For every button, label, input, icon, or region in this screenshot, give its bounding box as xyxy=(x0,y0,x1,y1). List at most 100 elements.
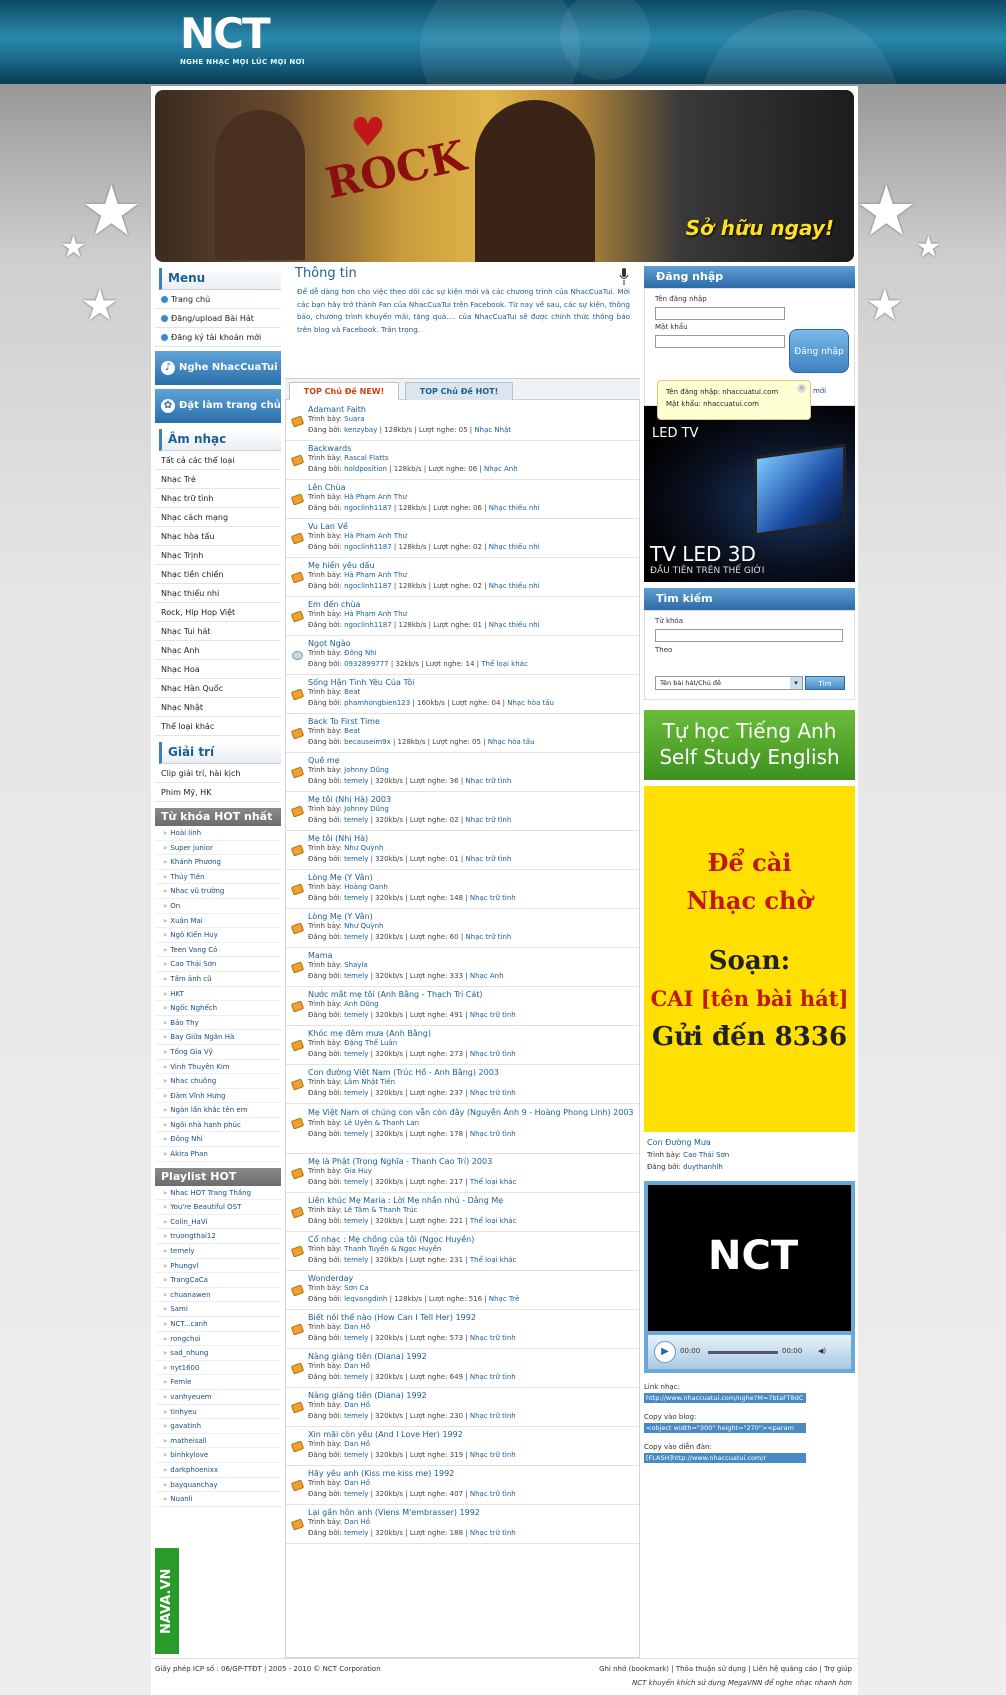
video-area[interactable]: NCT xyxy=(648,1185,851,1331)
song-genre[interactable]: Nhạc Nhật xyxy=(474,426,511,434)
song-artist[interactable]: Thanh Tuyền & Ngọc Huyền xyxy=(344,1245,441,1253)
search-input[interactable] xyxy=(655,629,843,642)
forum-field[interactable]: [FLASH]http://www.nhaccuatui.com/r xyxy=(644,1453,806,1463)
song-genre[interactable]: Nhạc trữ tình xyxy=(470,1050,516,1058)
playlist-item[interactable]: matheisall xyxy=(155,1434,281,1449)
playlist-item[interactable]: nyt1600 xyxy=(155,1361,281,1376)
song-genre[interactable]: Nhạc trữ tình xyxy=(470,1373,516,1381)
song-artist[interactable]: Lê Uyên & Thanh Lan xyxy=(344,1119,419,1127)
music-genre-item[interactable]: Nhạc Hàn Quốc xyxy=(155,679,281,698)
music-genre-item[interactable]: Nhạc trữ tình xyxy=(155,489,281,508)
login-button[interactable]: Đăng nhập xyxy=(789,329,849,373)
song-genre[interactable]: Nhạc hòa tấu xyxy=(488,738,535,746)
song-artist[interactable]: Sơn Ca xyxy=(344,1284,369,1292)
username-input[interactable] xyxy=(655,307,785,320)
menu-item[interactable]: Trang chủ xyxy=(155,290,281,309)
song-poster[interactable]: phamhongbien123 xyxy=(344,699,410,707)
song-poster[interactable]: temely xyxy=(344,1451,368,1459)
song-poster[interactable]: temely xyxy=(344,1050,368,1058)
hot-keyword-item[interactable]: Akira Phan xyxy=(155,1147,281,1162)
hot-keyword-item[interactable]: Bay Giữa Ngân Hà xyxy=(155,1030,281,1045)
song-artist[interactable]: Dan Hồ xyxy=(344,1479,370,1487)
hot-keyword-item[interactable]: Super junior xyxy=(155,841,281,856)
song-genre[interactable]: Nhạc Anh xyxy=(470,972,504,980)
song-genre[interactable]: Nhạc thiếu nhi xyxy=(489,504,540,512)
hot-keyword-item[interactable]: Xuân Mai xyxy=(155,914,281,929)
song-genre[interactable]: Nhạc trữ tình xyxy=(470,1089,516,1097)
hot-keyword-item[interactable]: Cao Thái Sơn xyxy=(155,957,281,972)
music-genre-item[interactable]: Tất cả các thể loại xyxy=(155,451,281,470)
playlist-item[interactable]: gavatinh xyxy=(155,1419,281,1434)
song-genre[interactable]: Nhạc thiếu nhi xyxy=(489,582,540,590)
music-genre-item[interactable]: Nhạc Hoa xyxy=(155,660,281,679)
song-artist[interactable]: Beat xyxy=(344,688,360,696)
music-genre-item[interactable]: Nhạc Trẻ xyxy=(155,470,281,489)
rock-banner[interactable]: ♥ ROCK Sở hữu ngay! xyxy=(155,90,854,262)
song-title[interactable]: Wonderday xyxy=(308,1271,639,1283)
song-poster[interactable]: ngoclinh1187 xyxy=(344,504,392,512)
song-title[interactable]: Xin mãi còn yêu (And I Love Her) 1992 xyxy=(308,1427,639,1439)
song-poster[interactable]: temely xyxy=(344,855,368,863)
song-artist[interactable]: Dan Hồ xyxy=(344,1518,370,1526)
playlist-item[interactable]: You're Beautiful OST xyxy=(155,1200,281,1215)
song-artist[interactable]: Đặng Thế Luân xyxy=(344,1039,397,1047)
artist-link[interactable]: Cao Thái Sơn xyxy=(683,1151,729,1159)
song-poster[interactable]: temely xyxy=(344,1412,368,1420)
song-title[interactable]: Back To First Time xyxy=(308,714,639,726)
song-genre[interactable]: Thể loại khác xyxy=(481,660,528,668)
song-title[interactable]: Lòng Mẹ (Y Vân) xyxy=(308,870,639,882)
hot-keyword-item[interactable]: Vinh Thuyên Kim xyxy=(155,1060,281,1075)
song-genre[interactable]: Nhạc trữ tình xyxy=(470,1011,516,1019)
music-genre-item[interactable]: Nhạc thiếu nhi xyxy=(155,584,281,603)
song-poster[interactable]: temely xyxy=(344,1529,368,1537)
playlist-item[interactable]: sad_nhung xyxy=(155,1346,281,1361)
english-ad[interactable]: Tự học Tiếng Anh Self Study English xyxy=(644,710,855,780)
song-poster[interactable]: temely xyxy=(344,1256,368,1264)
music-genre-item[interactable]: Rock, Hip Hop Việt xyxy=(155,603,281,622)
music-genre-item[interactable]: Thể loại khác xyxy=(155,717,281,736)
song-poster[interactable]: ngoclinh1187 xyxy=(344,621,392,629)
song-title[interactable]: Lòng Mẹ (Y Vân) xyxy=(308,909,639,921)
close-icon[interactable]: × xyxy=(797,384,806,393)
song-title[interactable]: Biết nói thế nào (How Can I Tell Her) 19… xyxy=(308,1310,639,1322)
hot-keyword-item[interactable]: Tấm ảnh cũ xyxy=(155,972,281,987)
song-genre[interactable]: Nhạc trữ tình xyxy=(470,1451,516,1459)
song-title[interactable]: Con đường Việt Nam (Trúc Hồ - Anh Bằng) … xyxy=(308,1065,639,1077)
music-genre-item[interactable]: Nhạc Tui hát xyxy=(155,622,281,641)
hot-keyword-item[interactable]: HKT xyxy=(155,987,281,1002)
song-title[interactable]: Quê mẹ xyxy=(308,753,639,765)
footer-links[interactable]: Ghi nhớ (bookmark) | Thỏa thuận sử dụng … xyxy=(599,1665,852,1673)
song-artist[interactable]: Lâm Nhật Tiến xyxy=(344,1078,395,1086)
playlist-item[interactable]: rongchoi xyxy=(155,1332,281,1347)
hot-keyword-item[interactable]: Thủy Tiên xyxy=(155,870,281,885)
song-genre[interactable]: Nhạc trữ tình xyxy=(470,1529,516,1537)
poster-link[interactable]: duythanhlh xyxy=(683,1163,723,1171)
song-artist[interactable]: Rascal Flatts xyxy=(344,454,388,462)
tab-top-new[interactable]: TOP Chủ Đề NEW! xyxy=(289,382,399,400)
song-poster[interactable]: temely xyxy=(344,894,368,902)
song-genre[interactable]: Nhạc thiếu nhi xyxy=(489,621,540,629)
song-genre[interactable]: Nhạc trữ tình xyxy=(465,933,511,941)
song-title[interactable]: Nàng giáng tiên (Diana) 1992 xyxy=(308,1388,639,1400)
hot-keyword-item[interactable]: Bảo Thy xyxy=(155,1016,281,1031)
song-artist[interactable]: Beat xyxy=(344,727,360,735)
song-artist[interactable]: Dan Hồ xyxy=(344,1323,370,1331)
playlist-item[interactable]: Phungvl xyxy=(155,1259,281,1274)
song-title[interactable]: Em đến chùa xyxy=(308,597,639,609)
song-artist[interactable]: Hoàng Oanh xyxy=(344,883,388,891)
song-genre[interactable]: Nhạc trữ tình xyxy=(465,855,511,863)
song-poster[interactable]: temely xyxy=(344,1334,368,1342)
song-title[interactable]: Nàng giáng tiên (Diana) 1992 xyxy=(308,1349,639,1361)
song-poster[interactable]: temely xyxy=(344,1373,368,1381)
song-title[interactable]: Mẹ Việt Nam ơi chúng con vẫn còn đây (Ng… xyxy=(308,1104,639,1118)
song-title[interactable]: Vu Lan Về xyxy=(308,519,639,531)
song-genre[interactable]: Nhạc trữ tình xyxy=(470,894,516,902)
song-genre[interactable]: Thể loại khác xyxy=(470,1217,517,1225)
song-genre[interactable]: Nhạc trữ tình xyxy=(465,816,511,824)
playlist-item[interactable]: tinhyeu xyxy=(155,1405,281,1420)
playlist-item[interactable]: Sami xyxy=(155,1302,281,1317)
music-genre-item[interactable]: Nhạc tiền chiến xyxy=(155,565,281,584)
song-poster[interactable]: becauseim9x xyxy=(344,738,391,746)
music-genre-item[interactable]: Nhạc Nhật xyxy=(155,698,281,717)
tab-top-hot[interactable]: TOP Chủ Đề HOT! xyxy=(405,382,513,400)
